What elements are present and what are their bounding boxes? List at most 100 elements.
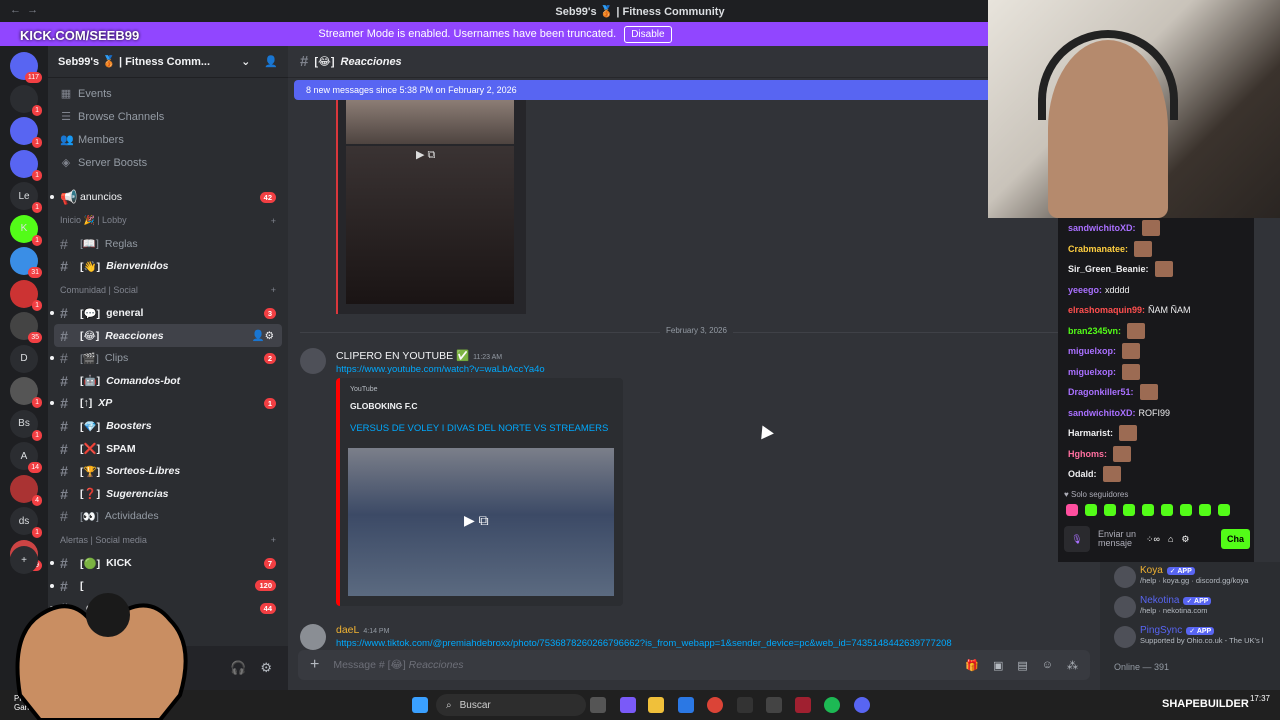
add-channel-icon[interactable]: + (271, 535, 276, 545)
apps-icon[interactable]: ⁂ (1067, 659, 1078, 672)
chat-username[interactable]: Sir_Green_Beanie: (1068, 264, 1149, 274)
gif-icon[interactable]: ▣ (993, 659, 1003, 672)
emote-icon[interactable] (1161, 504, 1173, 516)
avatar[interactable] (300, 624, 326, 650)
emote-icon[interactable] (1104, 504, 1116, 516)
server-header[interactable]: Seb99's 🥉 | Fitness Comm... ⌄ 👤 (48, 46, 288, 78)
channel-item[interactable]: # [👀] Actividades (48, 505, 288, 528)
server-icon[interactable]: D (10, 344, 38, 373)
channel-item[interactable]: # [💬] general 3 (48, 302, 288, 325)
gift-icon[interactable]: 🎁 (965, 659, 979, 672)
chat-settings-gear-icon[interactable]: ⚙ (1181, 534, 1189, 545)
channel-anuncios[interactable]: 📢 anuncios 42 (48, 186, 288, 209)
channel-category[interactable]: Alertas | Social media + (48, 528, 288, 552)
server-icon[interactable]: 31 (10, 247, 42, 278)
chat-username[interactable]: bran2345vn: (1068, 326, 1121, 336)
emote-icon[interactable] (1218, 504, 1230, 516)
play-icon[interactable]: ▶ ⧉ (416, 148, 435, 162)
menu-browse-channels[interactable]: ☰ Browse Channels (48, 105, 288, 128)
channel-settings-gear-icon[interactable]: 👤⚙ (252, 329, 275, 342)
chat-username[interactable]: Harmarist: (1068, 428, 1113, 438)
channel-item[interactable]: # [🎬] Clips 2 (48, 347, 288, 370)
emote-icon[interactable] (1180, 504, 1192, 516)
chat-username[interactable]: Dragonkiller51: (1068, 387, 1134, 397)
menu-members[interactable]: 👥 Members (48, 128, 288, 151)
channel-item[interactable]: # [🟢] KICK 7 (48, 552, 288, 575)
app-icon[interactable] (766, 697, 782, 713)
add-attachment-icon[interactable]: + (310, 656, 319, 674)
server-icon[interactable]: 1 (10, 117, 42, 148)
menu-events[interactable]: ▦ Events (48, 82, 288, 105)
server-icon[interactable]: 117 (10, 52, 42, 83)
chat-username[interactable]: Crabmanatee: (1068, 244, 1128, 254)
taskbar-search[interactable]: ⌕ Buscar (436, 694, 586, 716)
new-messages-bar[interactable]: 8 new messages since 5:38 PM on February… (294, 80, 994, 100)
server-icon[interactable]: 1 (10, 279, 42, 311)
chat-send-button[interactable]: Cha (1220, 529, 1250, 549)
windows-start-icon[interactable] (412, 697, 428, 713)
youtube-link[interactable]: https://www.youtube.com/watch?v=waLbAccY… (336, 364, 545, 375)
message-composer[interactable]: + Message # [😂] Reacciones 🎁 ▣ ▤ ☺ ⁂ (298, 650, 1090, 680)
sticker-icon[interactable]: ▤ (1017, 659, 1027, 672)
chat-username[interactable]: Odald: (1068, 469, 1097, 479)
message-author[interactable]: CLIPERO EN YOUTUBE ✅ 11:23 AM (336, 349, 502, 362)
server-icon[interactable]: 4 (10, 474, 42, 506)
store-icon[interactable]: ⌂ (1168, 534, 1173, 544)
spotify-icon[interactable] (824, 697, 840, 713)
chat-username[interactable]: Hghoms: (1068, 449, 1107, 459)
add-channel-icon[interactable]: + (271, 285, 276, 295)
emote-icon[interactable] (1066, 504, 1078, 516)
settings-gear-icon[interactable]: ⚙ (260, 660, 272, 676)
back-forward-icon[interactable]: ← → (10, 4, 38, 16)
add-member-icon[interactable]: 👤 (264, 55, 278, 68)
server-icon[interactable]: Le 1 (10, 182, 42, 213)
channel-item[interactable]: # [↑] XP 1 (48, 392, 288, 415)
emote-icon[interactable] (1199, 504, 1211, 516)
chat-username[interactable]: yeeego: (1068, 285, 1102, 295)
app-icon[interactable] (737, 697, 753, 713)
store-app-icon[interactable] (678, 697, 694, 713)
menu-server-boosts[interactable]: ◈ Server Boosts (48, 151, 288, 174)
video-thumbnail[interactable]: ▶ ⧉ (348, 448, 614, 596)
member-item[interactable]: Nekotina ✓ APP/help · nekotina.com (1100, 592, 1280, 622)
chrome-icon[interactable] (707, 697, 723, 713)
microphone-icon[interactable]: 🎙 (1064, 526, 1090, 552)
channel-item[interactable]: # [🏆] Sorteos-Libres (48, 460, 288, 483)
tiktok-link[interactable]: https://www.tiktok.com/@premiahdebroxx/p… (336, 638, 1016, 648)
server-icon[interactable]: ds 1 (10, 507, 42, 538)
embed-author[interactable]: GLOBOKING F.C (350, 401, 613, 411)
channel-item[interactable]: # [👋] Bienvenidos (48, 255, 288, 278)
chat-username[interactable]: miguelxop: (1068, 346, 1116, 356)
send-placeholder[interactable]: Enviar un mensaje (1098, 530, 1138, 548)
channel-item[interactable]: # [🤖] Comandos-bot (48, 370, 288, 393)
server-icon[interactable]: A 14 (10, 442, 42, 473)
server-icon[interactable]: 1 (10, 84, 42, 116)
channel-item[interactable]: # [📖] Reglas (48, 233, 288, 256)
add-server-icon[interactable]: + (10, 546, 38, 574)
member-item[interactable]: PingSync ✓ APP Supported by Ohio.co.uk - T… (1100, 622, 1280, 652)
avatar[interactable] (300, 348, 326, 374)
attachment-image[interactable] (346, 146, 514, 304)
channel-item[interactable]: # [❓] Sugerencias (48, 483, 288, 506)
member-item[interactable]: Koya ✓ APP/help · koya.gg · discord.gg/ko… (1100, 562, 1280, 592)
emote-icon[interactable] (1123, 504, 1135, 516)
chat-username[interactable]: sandwichitoXD: (1068, 408, 1136, 418)
app-icon[interactable] (620, 697, 636, 713)
app-icon[interactable] (795, 697, 811, 713)
channel-category[interactable]: Inicio 🎉 | Lobby + (48, 209, 288, 233)
server-icon[interactable]: Bs 1 (10, 409, 42, 441)
taskbar-clock[interactable]: 17:37 (1250, 694, 1270, 703)
chat-username[interactable]: elrashomaquin99: (1068, 305, 1145, 315)
server-icon[interactable]: 1 (10, 149, 42, 181)
channel-item[interactable]: # [💎] Boosters (48, 415, 288, 438)
discord-icon[interactable] (854, 697, 870, 713)
channel-item[interactable]: # [😂] Reacciones 👤⚙ (54, 324, 282, 347)
emoji-icon[interactable]: ☺ (1042, 659, 1053, 672)
server-icon[interactable]: 35 (10, 312, 42, 343)
chat-username[interactable]: miguelxop: (1068, 367, 1116, 377)
server-icon[interactable]: K1 (10, 214, 42, 246)
server-icon[interactable]: 1 (10, 377, 42, 408)
emote-icon[interactable] (1085, 504, 1097, 516)
embed-title[interactable]: VERSUS DE VOLEY I DIVAS DEL NORTE VS STR… (350, 423, 613, 434)
attachment-image-top[interactable] (346, 100, 514, 144)
